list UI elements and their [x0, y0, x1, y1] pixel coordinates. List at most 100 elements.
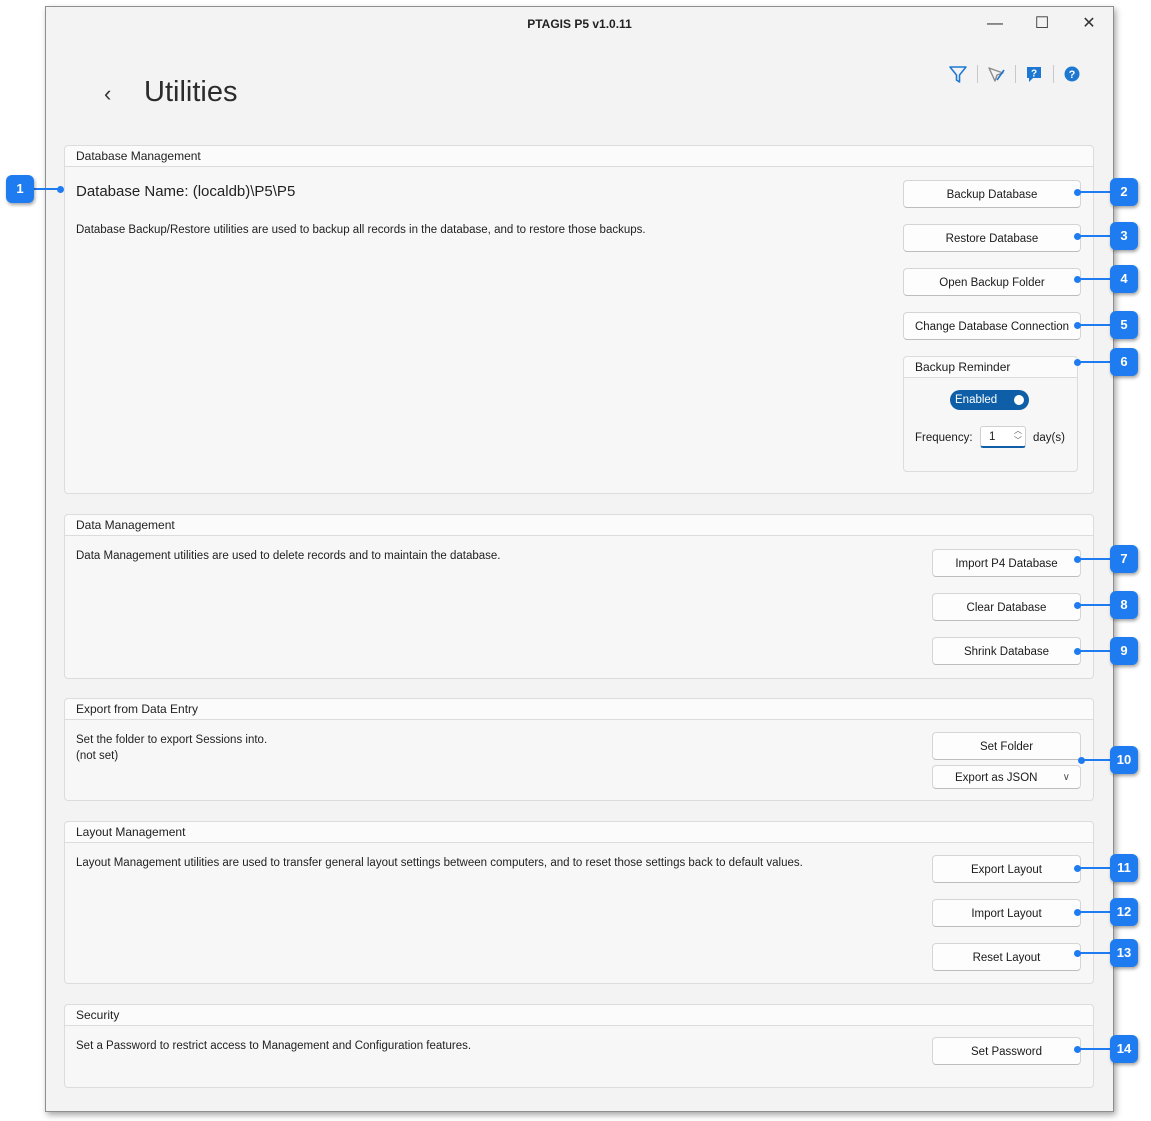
- callout-connector: [1078, 1048, 1110, 1050]
- database-name: Database Name: (localdb)\P5\P5: [76, 183, 296, 200]
- export-layout-button[interactable]: Export Layout: [932, 855, 1081, 883]
- window-title: PTAGIS P5 v1.0.11: [527, 17, 632, 31]
- section-description: Set the folder to export Sessions into.: [76, 734, 268, 746]
- callout-connector: [1078, 361, 1110, 363]
- callout-badge: 13: [1110, 939, 1138, 967]
- feedback-icon[interactable]: ?: [1023, 63, 1045, 85]
- backup-reminder-header: Backup Reminder: [904, 357, 1077, 378]
- layout-management-section: Layout Management Layout Management util…: [64, 821, 1094, 984]
- export-format-select[interactable]: Export as JSON ∨: [932, 765, 1081, 789]
- callout-badge: 8: [1110, 591, 1138, 619]
- callout-badge: 9: [1110, 637, 1138, 665]
- toolbar-separator: [977, 65, 978, 83]
- clear-database-button[interactable]: Clear Database: [932, 593, 1081, 621]
- stepper-arrows-icon[interactable]: ︿ ﹀: [1014, 426, 1022, 446]
- callout-connector: [1078, 911, 1110, 913]
- import-p4-database-button[interactable]: Import P4 Database: [932, 549, 1081, 577]
- import-layout-button[interactable]: Import Layout: [932, 899, 1081, 927]
- callout-connector: [1078, 324, 1110, 326]
- change-database-connection-button[interactable]: Change Database Connection: [903, 312, 1081, 340]
- callout-dot: [1074, 189, 1081, 196]
- backup-reminder-toggle[interactable]: Enabled: [950, 390, 1029, 410]
- export-folder-status: (not set): [76, 750, 119, 762]
- svg-text:?: ?: [1031, 69, 1037, 80]
- callout-dot: [1074, 1046, 1081, 1053]
- backup-reminder-group: Backup Reminder Enabled Frequency: 1 ︿ ﹀ …: [903, 356, 1078, 472]
- callout-dot: [1074, 909, 1081, 916]
- callout-dot: [1074, 556, 1081, 563]
- export-section: Export from Data Entry Set the folder to…: [64, 698, 1094, 801]
- section-description: Data Management utilities are used to de…: [76, 550, 501, 562]
- toolbar-separator: [1053, 65, 1054, 83]
- toolbar-separator: [1015, 65, 1016, 83]
- maximize-button[interactable]: ☐: [1025, 13, 1059, 35]
- help-icon[interactable]: ?: [1061, 63, 1083, 85]
- callout-connector: [1078, 278, 1110, 280]
- close-button[interactable]: ✕: [1072, 13, 1106, 35]
- back-button[interactable]: ‹: [104, 81, 111, 107]
- section-header: Layout Management: [65, 822, 1093, 843]
- frequency-value: 1: [989, 431, 996, 443]
- callout-badge: 10: [1110, 746, 1138, 774]
- open-backup-folder-button[interactable]: Open Backup Folder: [903, 268, 1081, 296]
- set-folder-button[interactable]: Set Folder: [932, 732, 1081, 760]
- toggle-label: Enabled: [955, 394, 998, 406]
- chevron-down-icon: ∨: [1062, 772, 1070, 783]
- frequency-stepper[interactable]: 1 ︿ ﹀: [980, 426, 1026, 448]
- backup-database-button[interactable]: Backup Database: [903, 180, 1081, 208]
- toggle-knob: [1014, 395, 1024, 405]
- reset-layout-button[interactable]: Reset Layout: [932, 943, 1081, 971]
- callout-connector: [1078, 952, 1110, 954]
- shrink-database-button[interactable]: Shrink Database: [932, 637, 1081, 665]
- restore-database-button[interactable]: Restore Database: [903, 224, 1081, 252]
- section-header: Export from Data Entry: [65, 699, 1093, 720]
- callout-badge: 2: [1110, 178, 1138, 206]
- page-title: Utilities: [144, 76, 238, 108]
- filter-icon[interactable]: [947, 63, 969, 85]
- callout-dot: [1074, 322, 1081, 329]
- callout-dot: [1074, 359, 1081, 366]
- callout-badge: 14: [1110, 1035, 1138, 1063]
- callout-connector: [1078, 867, 1110, 869]
- callout-badge: 1: [6, 175, 34, 203]
- callout-connector: [1082, 759, 1110, 761]
- callout-dot: [1074, 276, 1081, 283]
- callout-badge: 4: [1110, 265, 1138, 293]
- set-password-button[interactable]: Set Password: [932, 1037, 1081, 1065]
- callout-badge: 12: [1110, 898, 1138, 926]
- callout-badge: 3: [1110, 222, 1138, 250]
- security-section: Security Set a Password to restrict acce…: [64, 1004, 1094, 1088]
- edit-pen-icon[interactable]: [985, 63, 1007, 85]
- section-description: Set a Password to restrict access to Man…: [76, 1040, 472, 1052]
- callout-dot: [1078, 757, 1085, 764]
- callout-dot: [1074, 602, 1081, 609]
- callout-connector: [1078, 235, 1110, 237]
- callout-connector: [1078, 191, 1110, 193]
- callout-dot: [57, 186, 64, 193]
- app-window: PTAGIS P5 v1.0.11 — ☐ ✕ ? ? ‹ Utilities …: [45, 6, 1114, 1112]
- callout-badge: 6: [1110, 348, 1138, 376]
- frequency-label: Frequency:: [915, 432, 973, 444]
- callout-badge: 5: [1110, 311, 1138, 339]
- callout-dot: [1074, 648, 1081, 655]
- callout-badge: 7: [1110, 545, 1138, 573]
- callout-badge: 11: [1110, 854, 1138, 882]
- svg-text:?: ?: [1069, 69, 1076, 81]
- callout-dot: [1074, 233, 1081, 240]
- title-bar: PTAGIS P5 v1.0.11 — ☐ ✕: [46, 7, 1113, 41]
- callout-connector: [1078, 650, 1110, 652]
- data-management-section: Data Management Data Management utilitie…: [64, 514, 1094, 679]
- minimize-button[interactable]: —: [978, 13, 1012, 35]
- section-description: Layout Management utilities are used to …: [76, 857, 803, 869]
- section-description: Database Backup/Restore utilities are us…: [76, 224, 646, 236]
- callout-connector: [1078, 604, 1110, 606]
- export-format-value: Export as JSON: [955, 772, 1038, 784]
- database-management-section: Database Management Database Name: (loca…: [64, 145, 1094, 494]
- frequency-unit: day(s): [1033, 432, 1065, 444]
- section-header: Security: [65, 1005, 1093, 1026]
- section-header: Data Management: [65, 515, 1093, 536]
- callout-connector: [1078, 558, 1110, 560]
- callout-dot: [1074, 950, 1081, 957]
- callout-dot: [1074, 865, 1081, 872]
- section-header: Database Management: [65, 146, 1093, 167]
